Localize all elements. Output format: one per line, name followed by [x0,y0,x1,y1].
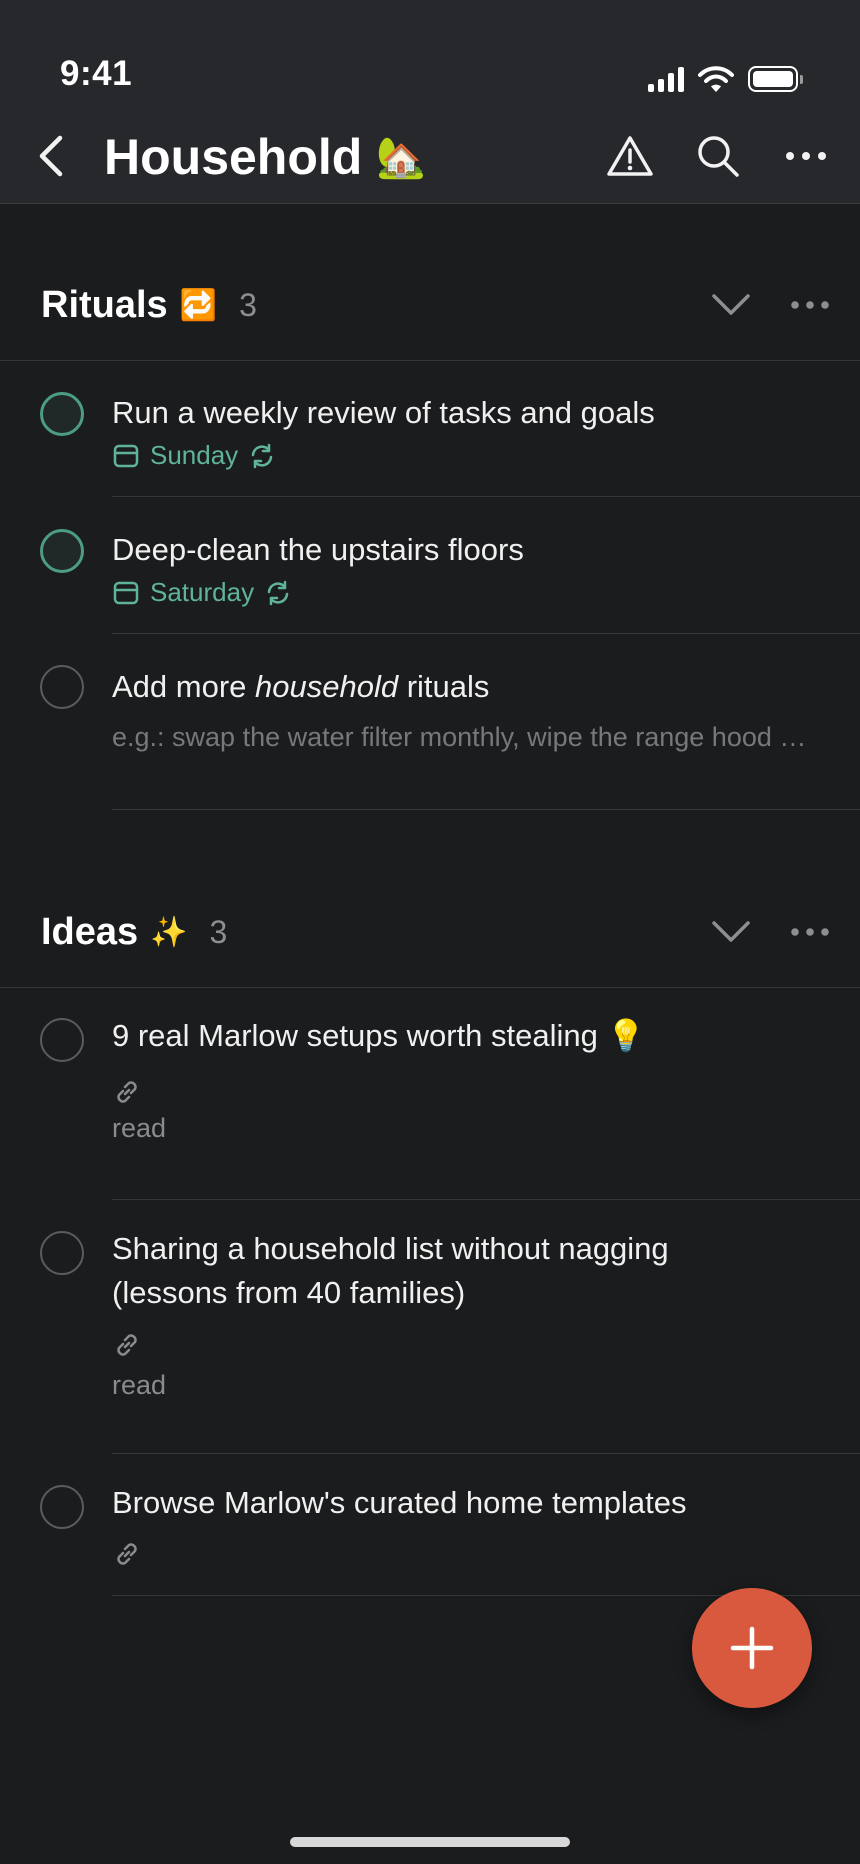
plus-icon [730,1626,774,1670]
wifi-icon [698,66,734,92]
task-title-line: (lessons from 40 families) [112,1275,466,1310]
task-item[interactable]: Deep-clean the upstairs floors Saturday [0,497,860,634]
task-item[interactable]: Run a weekly review of tasks and goals S… [0,360,860,497]
task-checkbox[interactable] [40,392,84,436]
task-due-label: Sunday [150,440,239,470]
task-title-line: Sharing a household list without nagging [112,1231,669,1266]
repeat-icon [251,443,273,468]
chevron-down-icon[interactable] [710,292,752,318]
task-title: Run a weekly review of tasks and goals [112,395,655,430]
section-title: Rituals [41,283,168,326]
task-divider [112,809,860,810]
more-icon [786,152,826,160]
repeat-emoji-icon: 🔁 [179,288,218,322]
task-item[interactable]: Sharing a household list without nagging… [0,1200,860,1454]
section-count: 3 [209,913,228,950]
task-checkbox[interactable] [40,529,84,573]
task-checkbox[interactable] [40,665,84,709]
search-icon [698,136,739,177]
section-count: 3 [239,286,257,323]
task-item[interactable]: Add more household rituals e.g.: swap th… [0,634,860,810]
chevron-left-icon [39,135,63,177]
section-header-rituals: Rituals 🔁 3 [0,270,860,340]
task-label: read [112,1113,167,1143]
search-button[interactable] [692,130,744,182]
chevron-down-icon[interactable] [710,919,752,945]
task-label: read [112,1370,167,1400]
section-title: Ideas [41,910,139,953]
more-button[interactable] [780,130,832,182]
task-item[interactable]: Browse Marlow's curated home templates [0,1454,860,1596]
back-button[interactable] [30,128,78,184]
link-icon[interactable] [112,1077,142,1107]
task-checkbox[interactable] [40,1018,84,1062]
more-icon[interactable] [790,927,830,937]
task-title-italic: household [255,669,399,704]
warning-button[interactable] [604,130,656,182]
battery-icon [748,66,803,92]
task-due: Saturday [112,577,292,608]
task-description: e.g.: swap the water filter monthly, wip… [112,722,820,752]
task-due: Sunday [112,440,276,471]
calendar-icon [113,581,139,604]
task-title-after: rituals [398,669,490,704]
more-icon[interactable] [790,300,830,310]
signal-icon [648,66,684,92]
task-checkbox[interactable] [40,1231,84,1275]
task-title: Add more household rituals [112,665,820,709]
add-task-button[interactable] [692,1588,812,1708]
link-icon[interactable] [112,1539,142,1569]
calendar-icon [113,444,139,467]
page-title: Household 🏡 [104,128,426,186]
status-icons [648,62,803,96]
task-title: Sharing a household list without nagging… [112,1227,820,1315]
page-title-text: Household [104,129,363,185]
house-emoji-icon: 🏡 [376,135,427,180]
task-title-before: Add more [112,669,256,704]
task-title: Browse Marlow's curated home templates [112,1485,687,1520]
repeat-icon [267,580,289,605]
section-actions [710,897,830,967]
top-bar: 9:41 Household 🏡 [0,0,860,204]
task-item[interactable]: 9 real Marlow setups worth stealing 💡 re… [0,987,860,1200]
home-indicator [290,1837,570,1847]
nav-actions [604,128,832,184]
link-icon[interactable] [112,1330,142,1360]
sparkles-emoji-icon: ✨ [150,915,188,949]
warning-icon [607,136,653,176]
task-title: 9 real Marlow setups worth stealing 💡 [112,1018,646,1053]
task-checkbox[interactable] [40,1485,84,1529]
section-header-ideas: Ideas ✨ 3 [0,897,860,967]
task-due-label: Saturday [150,577,255,607]
status-time: 9:41 [60,54,133,93]
task-title: Deep-clean the upstairs floors [112,532,524,567]
section-actions [710,270,830,340]
